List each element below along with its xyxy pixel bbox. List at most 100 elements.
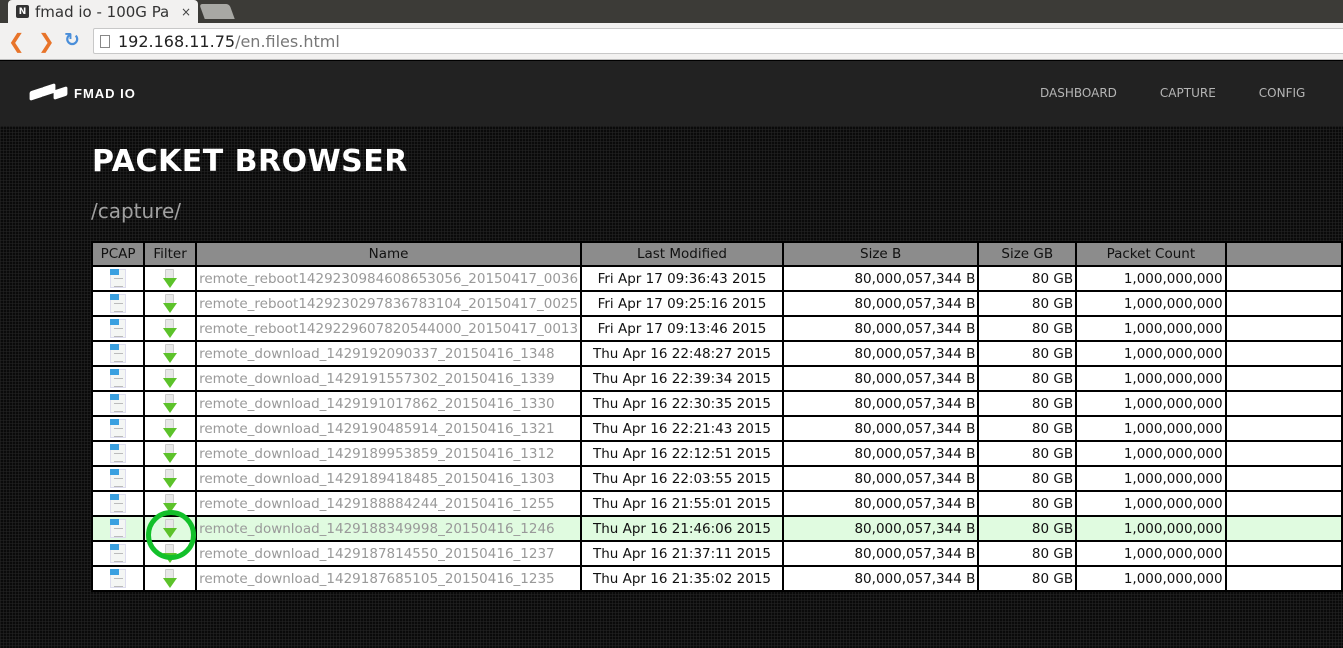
filter-arrow-shape [163,327,178,338]
pcap-download-icon[interactable] [110,344,127,363]
file-name[interactable]: remote_download_1429187685105_20150416_1… [195,565,583,592]
size-bytes: 80,000,057,344 B [781,290,980,317]
pcap-download-icon[interactable] [110,419,127,438]
pcap-download-icon[interactable] [110,494,127,513]
filter-cell [143,440,198,467]
table-row[interactable]: remote_download_1429190485914_20150416_1… [90,415,1343,442]
file-name[interactable]: remote_reboot1429229607820544000_2015041… [195,315,583,342]
extra-cell [1224,315,1343,342]
pcap-download-icon[interactable] [110,294,127,313]
table-row[interactable]: remote_reboot1429230984608653056_2015041… [90,265,1343,292]
table-row[interactable]: remote_download_1429188884244_20150416_1… [90,490,1343,517]
col-size-gb[interactable]: Size GB [977,241,1078,267]
packet-count: 1,000,000,000 [1075,265,1227,292]
file-name[interactable]: remote_download_1429189418485_20150416_1… [195,465,583,492]
forward-icon[interactable]: ❯ [38,29,55,53]
last-modified: Fri Apr 17 09:36:43 2015 [580,265,784,292]
filter-download-icon[interactable] [161,393,179,414]
file-name[interactable]: remote_download_1429188349998_20150416_1… [195,515,583,542]
fmad-logo-icon [29,83,68,101]
filter-download-icon[interactable] [161,568,179,589]
pcap-download-icon[interactable] [110,319,127,338]
table-row[interactable]: remote_download_1429187814550_20150416_1… [90,540,1343,567]
last-modified: Thu Apr 16 21:35:02 2015 [580,565,784,592]
file-name[interactable]: remote_download_1429189953859_20150416_1… [195,440,583,467]
pcap-cell [90,465,146,492]
filter-arrow-shape [163,577,178,588]
pcap-download-icon[interactable] [110,394,127,413]
size-gb: 80 GB [977,415,1078,442]
size-bytes: 80,000,057,344 B [781,540,980,567]
col-name[interactable]: Name [195,241,583,267]
tab-title: fmad io - 100G Pa [35,2,170,21]
filter-cell [143,390,198,417]
file-name[interactable]: remote_download_1429188884244_20150416_1… [195,490,583,517]
table-row[interactable]: remote_download_1429191557302_20150416_1… [90,365,1343,392]
pcap-cell [90,390,146,417]
col-pcap[interactable]: PCAP [90,241,146,267]
filter-download-icon[interactable] [161,368,179,389]
filter-download-icon[interactable] [161,343,179,364]
filter-download-icon[interactable] [161,268,179,289]
table-row[interactable]: remote_download_1429189418485_20150416_1… [90,465,1343,492]
back-icon[interactable]: ❮ [8,29,25,53]
filter-download-icon[interactable] [161,443,179,464]
col-filter[interactable]: Filter [143,241,198,267]
col-last-modified[interactable]: Last Modified [580,241,784,267]
file-name[interactable]: remote_download_1429187814550_20150416_1… [195,540,583,567]
file-name[interactable]: remote_download_1429190485914_20150416_1… [195,415,583,442]
pcap-download-icon[interactable] [110,519,127,538]
nav-config[interactable]: CONFIG [1259,86,1306,100]
file-name[interactable]: remote_download_1429191017862_20150416_1… [195,390,583,417]
filter-cell [143,265,198,292]
table-row[interactable]: remote_download_1429189953859_20150416_1… [90,440,1343,467]
last-modified: Thu Apr 16 22:03:55 2015 [580,465,784,492]
size-gb: 80 GB [977,540,1078,567]
browser-toolbar: ❮ ❯ ↻ 192.168.11.75/en.files.html [0,23,1343,60]
size-bytes: 80,000,057,344 B [781,390,980,417]
pcap-download-icon[interactable] [110,269,127,288]
pcap-download-icon[interactable] [110,444,127,463]
table-row[interactable]: remote_download_1429192090337_20150416_1… [90,340,1343,367]
filter-download-icon[interactable] [161,293,179,314]
extra-cell [1224,290,1343,317]
packet-count: 1,000,000,000 [1075,390,1227,417]
col-size-b[interactable]: Size B [781,241,980,267]
filter-download-icon[interactable] [161,318,179,339]
table-row[interactable]: remote_reboot1429229607820544000_2015041… [90,315,1343,342]
last-modified: Fri Apr 17 09:13:46 2015 [580,315,784,342]
file-name[interactable]: remote_reboot1429230984608653056_2015041… [195,265,583,292]
table-row[interactable]: remote_reboot1429230297836783104_2015041… [90,290,1343,317]
filter-download-icon[interactable] [161,518,179,539]
filter-download-icon[interactable] [161,543,179,564]
pcap-download-icon[interactable] [110,469,127,488]
close-tab-icon[interactable]: × [181,5,191,19]
browser-tab[interactable]: N fmad io - 100G Pa × [8,0,198,23]
logo[interactable]: FMAD IO [29,83,136,101]
pcap-download-icon[interactable] [110,544,127,563]
table-row[interactable]: remote_download_1429187685105_20150416_1… [90,565,1343,592]
file-name[interactable]: remote_download_1429192090337_20150416_1… [195,340,583,367]
filter-arrow-shape [163,352,178,363]
new-tab-button[interactable] [199,4,235,19]
nav-dashboard[interactable]: DASHBOARD [1040,86,1117,100]
extra-cell [1224,390,1343,417]
filter-download-icon[interactable] [161,493,179,514]
file-name[interactable]: remote_reboot1429230297836783104_2015041… [195,290,583,317]
table-row[interactable]: remote_download_1429188349998_20150416_1… [90,515,1343,542]
table-row[interactable]: remote_download_1429191017862_20150416_1… [90,390,1343,417]
filter-download-icon[interactable] [161,468,179,489]
pcap-download-icon[interactable] [110,569,127,588]
col-packet-count[interactable]: Packet Count [1075,241,1227,267]
reload-icon[interactable]: ↻ [64,29,80,51]
packet-count: 1,000,000,000 [1075,565,1227,592]
nav-capture[interactable]: CAPTURE [1160,86,1216,100]
pcap-cell [90,490,146,517]
filter-download-icon[interactable] [161,418,179,439]
address-bar[interactable]: 192.168.11.75/en.files.html [93,28,1343,54]
pcap-cell [90,340,146,367]
packet-count: 1,000,000,000 [1075,415,1227,442]
last-modified: Thu Apr 16 21:55:01 2015 [580,490,784,517]
file-name[interactable]: remote_download_1429191557302_20150416_1… [195,365,583,392]
pcap-download-icon[interactable] [110,369,127,388]
